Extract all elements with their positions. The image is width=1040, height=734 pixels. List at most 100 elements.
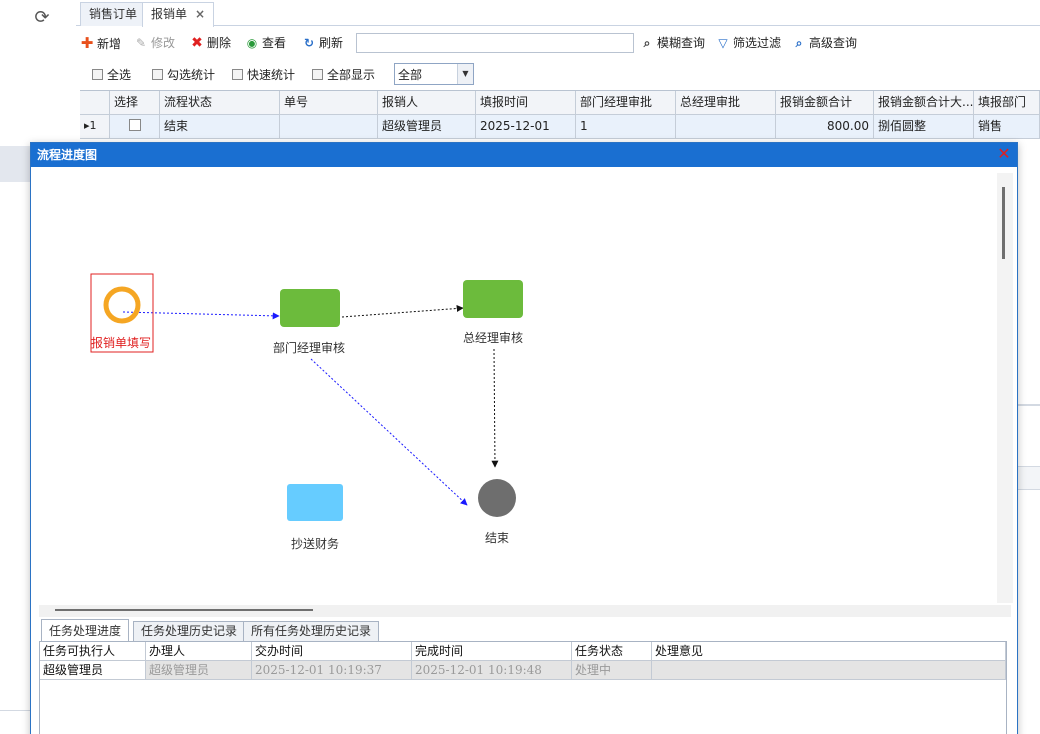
checkbox[interactable] <box>232 69 243 80</box>
end-node-label: 结束 <box>485 531 510 545</box>
cell-opinion <box>652 661 1006 680</box>
start-node[interactable] <box>103 286 141 324</box>
dialog-title: 流程进度图 <box>31 143 1017 167</box>
dept-node-label: 部门经理审核 <box>273 341 346 355</box>
delete-button[interactable]: ✖ 删除 <box>190 33 231 53</box>
grid-header-row: 选择 流程状态 单号 报销人 填报时间 部门经理审批 总经理审批 报销金额合计 … <box>80 91 1040 115</box>
cc-node-label: 抄送财务 <box>291 537 340 551</box>
tab-all-task-history[interactable]: 所有任务处理历史记录 <box>243 621 380 642</box>
checkbox[interactable] <box>92 69 103 80</box>
tab-bar: 销售订单 报销单 × <box>76 0 1040 27</box>
search-input[interactable] <box>356 33 634 53</box>
table-row[interactable]: ▸1 结束 超级管理员 2025-12-01 1 800.00 捌佰圆整 销售 <box>80 115 1040 139</box>
select-all-checkbox[interactable]: 全选 <box>92 66 131 84</box>
filter-button[interactable]: ▽ 筛选过滤 <box>716 33 781 53</box>
check-stat-checkbox[interactable]: 勾选统计 <box>152 66 215 84</box>
column-header[interactable]: 报销人 <box>378 91 476 115</box>
expense-grid: 选择 流程状态 单号 报销人 填报时间 部门经理审批 总经理审批 报销金额合计 … <box>80 90 1040 139</box>
tab-expense-form[interactable]: 报销单 × <box>142 2 215 27</box>
refresh-button[interactable]: ↻ 刷新 <box>302 33 343 53</box>
tab-sales-order[interactable]: 销售订单 <box>80 2 147 26</box>
flow-edge-start-to-dept <box>122 311 280 320</box>
cell-dept-approval: 1 <box>576 115 676 139</box>
column-header[interactable]: 完成时间 <box>412 642 572 661</box>
cell-assigned-time: 2025-12-01 10:19:37 <box>252 661 412 680</box>
checkbox[interactable] <box>152 69 163 80</box>
left-panel-selected-item[interactable] <box>0 146 30 182</box>
column-header[interactable]: 办理人 <box>146 642 252 661</box>
flow-edge-dept-to-gm <box>341 304 464 318</box>
gm-node-label: 总经理审核 <box>463 331 524 345</box>
end-node[interactable] <box>478 479 516 517</box>
view-button[interactable]: ◉ 查看 <box>245 33 286 53</box>
column-header[interactable]: 处理意见 <box>652 642 1006 661</box>
bottom-tab-bar: 任务处理进度 任务处理历史记录 所有任务处理历史记录 <box>39 619 1011 642</box>
row-select-cell[interactable] <box>110 115 160 139</box>
plus-icon: ✚ <box>80 34 94 52</box>
background-divider <box>0 710 30 711</box>
cell-finished-time: 2025-12-01 10:19:48 <box>412 661 572 680</box>
pencil-icon: ✎ <box>135 36 147 50</box>
table-row[interactable]: 超级管理员 超级管理员 2025-12-01 10:19:37 2025-12-… <box>40 661 1006 680</box>
row-indicator: ▸1 <box>80 115 110 139</box>
cell-number <box>280 115 378 139</box>
refresh-icon: ↻ <box>303 36 315 50</box>
tab-task-progress[interactable]: 任务处理进度 <box>41 619 130 642</box>
tab-task-history[interactable]: 任务处理历史记录 <box>133 621 246 642</box>
task-node-cc-finance[interactable] <box>287 484 343 521</box>
close-icon[interactable]: ✕ <box>995 145 1013 163</box>
cell-executor: 超级管理员 <box>40 661 146 680</box>
scrollbar-thumb[interactable] <box>1002 187 1005 259</box>
cell-task-status: 处理中 <box>572 661 652 680</box>
advanced-search-button[interactable]: ⌕ 高级查询 <box>792 33 857 53</box>
fuzzy-search-button[interactable]: ⌕ 模糊查询 <box>640 33 705 53</box>
cell-dept: 销售 <box>974 115 1040 139</box>
new-button[interactable]: ✚ 新增 <box>80 33 121 53</box>
scrollbar-thumb[interactable] <box>55 609 313 611</box>
funnel-icon: ▽ <box>718 36 728 50</box>
chevron-down-icon[interactable]: ▼ <box>457 64 473 84</box>
column-header[interactable]: 选择 <box>110 91 160 115</box>
start-node-label: 报销单填写 <box>91 336 152 350</box>
task-node-dept-review[interactable] <box>280 289 340 327</box>
process-progress-dialog: 流程进度图 ✕ 报销单填写 部门经理审核 总经理审核 抄送财务 结束 任务处理进… <box>30 142 1018 734</box>
eye-icon: ◉ <box>246 36 258 50</box>
task-table: 任务可执行人 办理人 交办时间 完成时间 任务状态 处理意见 超级管理员 超级管… <box>39 641 1007 734</box>
cell-person: 超级管理员 <box>378 115 476 139</box>
column-header[interactable]: 单号 <box>280 91 378 115</box>
task-node-gm-review[interactable] <box>463 280 523 318</box>
edit-button[interactable]: ✎ 修改 <box>134 33 175 53</box>
column-header[interactable]: 报销金额合计大... <box>874 91 974 115</box>
cell-gm-approval <box>676 115 776 139</box>
close-icon[interactable]: × <box>195 7 205 21</box>
row-checkbox[interactable] <box>128 119 141 131</box>
reload-icon[interactable]: ⟳ <box>30 6 54 30</box>
show-all-checkbox[interactable]: 全部显示 <box>312 66 375 84</box>
search-icon: ⌕ <box>643 36 651 50</box>
cell-date: 2025-12-01 <box>476 115 576 139</box>
column-header[interactable]: 总经理审批 <box>676 91 776 115</box>
task-table-header: 任务可执行人 办理人 交办时间 完成时间 任务状态 处理意见 <box>40 642 1006 661</box>
column-header[interactable]: 任务可执行人 <box>40 642 146 661</box>
column-header[interactable]: 填报时间 <box>476 91 576 115</box>
cell-amount: 800.00 <box>776 115 874 139</box>
scope-select[interactable]: 全部 ▼ <box>394 63 474 85</box>
column-header[interactable]: 报销金额合计 <box>776 91 874 115</box>
column-header[interactable]: 交办时间 <box>252 642 412 661</box>
column-header[interactable]: 填报部门 <box>974 91 1040 115</box>
diagram-horizontal-scrollbar[interactable] <box>39 605 1011 617</box>
diagram-vertical-scrollbar[interactable] <box>997 173 1013 603</box>
column-header[interactable]: 部门经理审批 <box>576 91 676 115</box>
checkbox[interactable] <box>312 69 323 80</box>
flow-edge-dept-to-end <box>310 358 468 506</box>
toolbar: ✚ 新增 ✎ 修改 ✖ 删除 ◉ 查看 ↻ 刷新 ⌕ 模糊查询 ▽ 筛选过滤 ⌕ 高级查询 <box>80 30 1040 56</box>
column-header[interactable]: 任务状态 <box>572 642 652 661</box>
row-indicator-header <box>80 91 110 115</box>
column-header[interactable]: 流程状态 <box>160 91 280 115</box>
x-icon: ✖ <box>191 35 203 51</box>
flow-diagram-canvas: 报销单填写 部门经理审核 总经理审核 抄送财务 结束 <box>33 169 997 603</box>
cell-status: 结束 <box>160 115 280 139</box>
search-icon: ⌕ <box>795 36 803 50</box>
flow-diagram <box>90 273 523 521</box>
quick-stat-checkbox[interactable]: 快速统计 <box>232 66 295 84</box>
